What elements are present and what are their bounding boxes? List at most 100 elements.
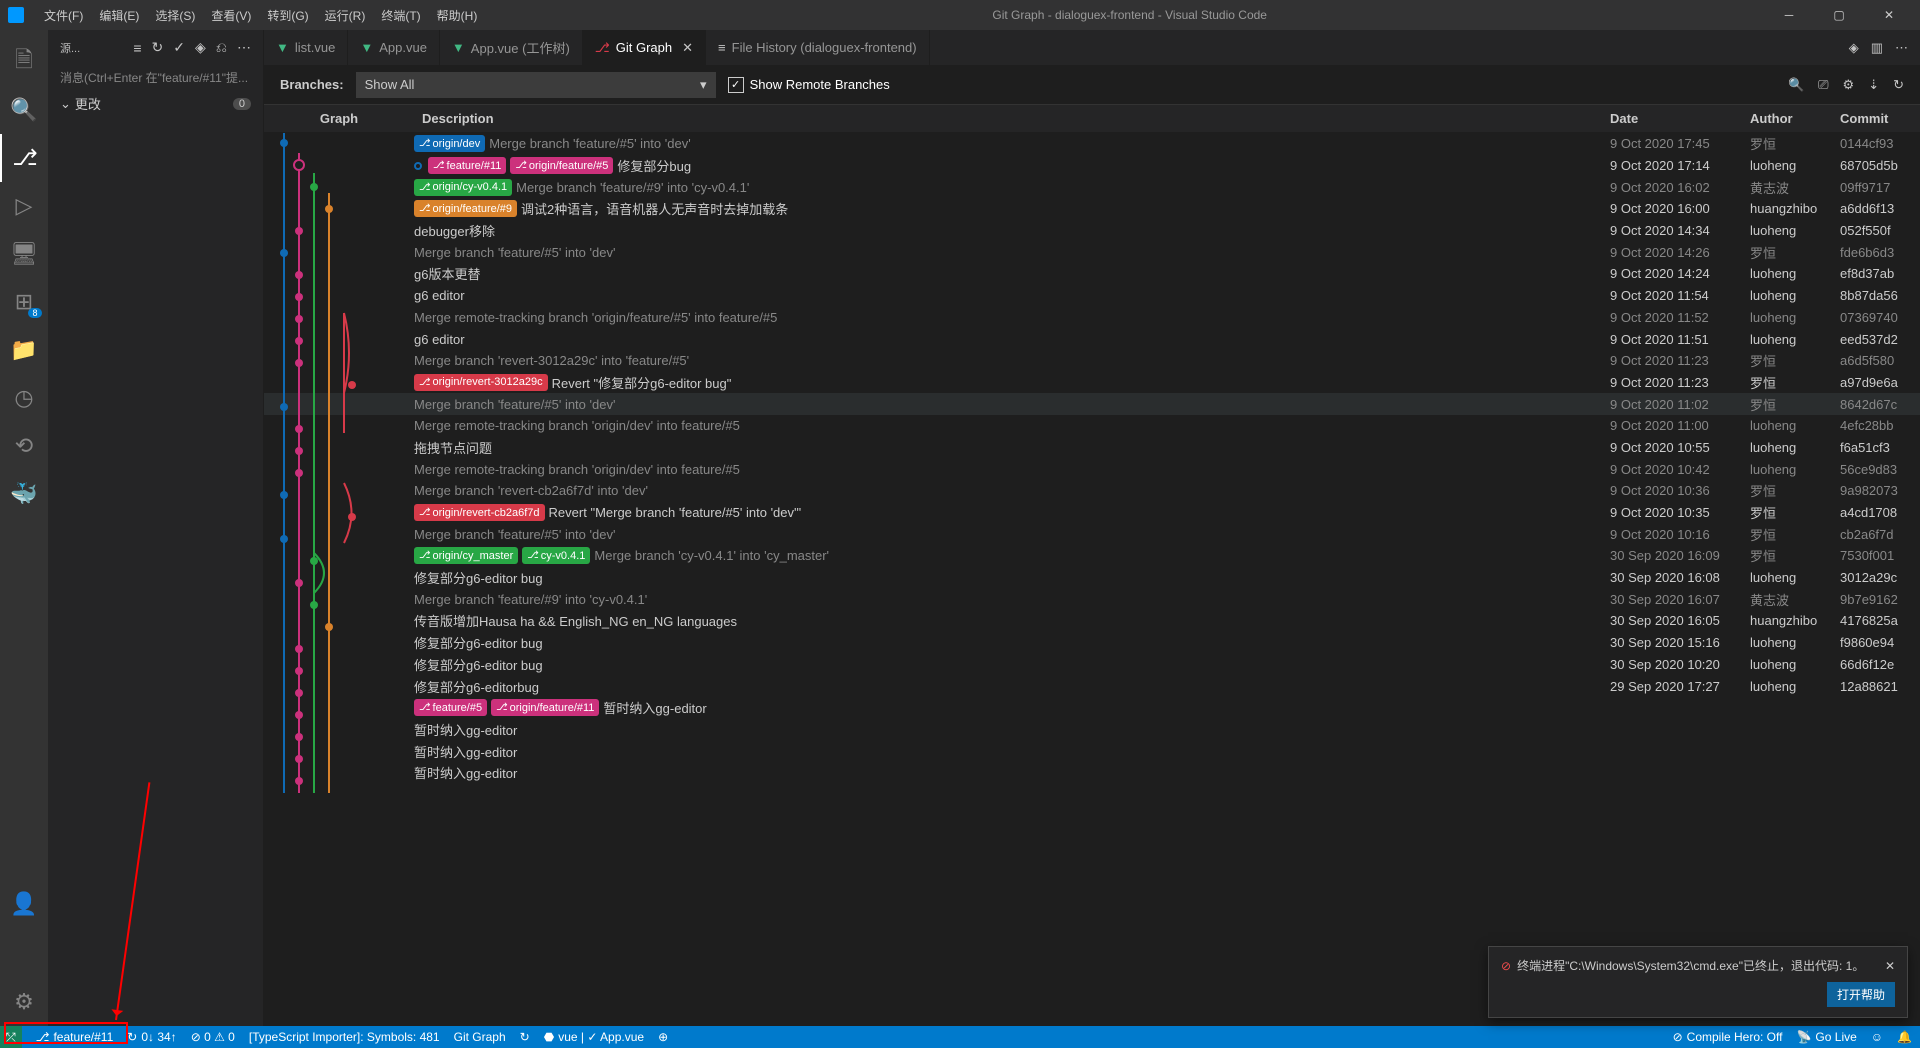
ref-badge[interactable]: ⎇origin/cy-v0.4.1 bbox=[414, 179, 512, 196]
menu-item[interactable]: 帮助(H) bbox=[429, 3, 486, 28]
folder-icon[interactable]: 📁 bbox=[0, 326, 48, 374]
menu-item[interactable]: 查看(V) bbox=[203, 3, 259, 28]
commit-row[interactable]: ⎇feature/#5⎇origin/feature/#11暂时纳入gg-edi… bbox=[264, 697, 1920, 719]
remote-indicator[interactable]: ⤱ bbox=[0, 1026, 22, 1048]
tab-App-vue[interactable]: ▼ App.vue bbox=[348, 30, 440, 65]
settings-icon[interactable]: ⚙ bbox=[0, 978, 48, 1026]
status-gitgraph[interactable]: Git Graph bbox=[454, 1030, 506, 1044]
ref-badge[interactable]: ⎇cy-v0.4.1 bbox=[522, 547, 590, 564]
status-ts-importer[interactable]: [TypeScript Importer]: Symbols: 481 bbox=[249, 1030, 440, 1044]
commit-row[interactable]: ⎇origin/devMerge branch 'feature/#5' int… bbox=[264, 133, 1920, 155]
extensions-icon[interactable]: ⊞8 bbox=[0, 278, 48, 326]
more-icon[interactable]: ⋯ bbox=[237, 39, 251, 56]
commit-row[interactable]: ⎇origin/revert-3012a29cRevert "修复部分g6-ed… bbox=[264, 372, 1920, 394]
more-actions-icon[interactable]: ⋯ bbox=[1895, 40, 1908, 56]
ref-badge[interactable]: ⎇origin/revert-cb2a6f7d bbox=[414, 504, 545, 521]
commit-row[interactable]: ⎇origin/feature/#9调试2种语言，语音机器人无声音时去掉加载条9… bbox=[264, 198, 1920, 220]
ref-badge[interactable]: ⎇feature/#5 bbox=[414, 699, 487, 716]
terminal-icon[interactable]: ⎚ bbox=[1818, 77, 1828, 93]
refresh-icon[interactable]: ↻ bbox=[152, 39, 164, 56]
commit-row[interactable]: Merge remote-tracking branch 'origin/dev… bbox=[264, 415, 1920, 437]
commit-row[interactable]: debugger移除9 Oct 2020 14:34luoheng052f550… bbox=[264, 220, 1920, 242]
commit-row[interactable]: ⎇origin/cy_master⎇cy-v0.4.1Merge branch … bbox=[264, 545, 1920, 567]
branch-action-icon[interactable]: ⎌ bbox=[216, 39, 227, 56]
scm-icon[interactable]: ⎇ bbox=[0, 134, 48, 182]
stash-icon[interactable]: ◈ bbox=[195, 39, 206, 56]
col-graph[interactable]: Graph bbox=[264, 111, 414, 126]
commit-row[interactable]: ⎇origin/cy-v0.4.1Merge branch 'feature/#… bbox=[264, 176, 1920, 198]
status-sync[interactable]: ↻ 0↓ 34↑ bbox=[127, 1030, 176, 1044]
status-vue[interactable]: ⬣ vue | ✓ App.vue bbox=[544, 1030, 644, 1044]
col-description[interactable]: Description bbox=[414, 111, 1610, 126]
status-golive[interactable]: 📡 Go Live bbox=[1796, 1030, 1856, 1044]
commit-row[interactable]: 传音版增加Hausa ha && English_NG en_NG langua… bbox=[264, 610, 1920, 632]
col-date[interactable]: Date bbox=[1610, 111, 1750, 126]
status-branch[interactable]: ⎇ feature/#11 bbox=[36, 1030, 114, 1044]
commit-row[interactable]: g6版本更替9 Oct 2020 14:24luohengef8d37ab bbox=[264, 263, 1920, 285]
col-commit[interactable]: Commit bbox=[1840, 111, 1920, 126]
commit-row[interactable]: 暂时纳入gg-editor bbox=[264, 719, 1920, 741]
branch-select[interactable]: Show All ▾ bbox=[356, 72, 716, 98]
settings-gear-icon[interactable]: ⚙ bbox=[1843, 77, 1855, 93]
commit-row[interactable]: 暂时纳入gg-editor bbox=[264, 762, 1920, 784]
minimize-button[interactable]: ─ bbox=[1774, 8, 1804, 22]
ref-badge[interactable]: ⎇origin/cy_master bbox=[414, 547, 518, 564]
ref-badge[interactable]: ⎇origin/revert-3012a29c bbox=[414, 374, 548, 391]
commit-row[interactable]: 暂时纳入gg-editor bbox=[264, 740, 1920, 762]
commit-row[interactable]: 修复部分g6-editorbug29 Sep 2020 17:27luoheng… bbox=[264, 675, 1920, 697]
commit-row[interactable]: g6 editor9 Oct 2020 11:54luoheng8b87da56 bbox=[264, 285, 1920, 307]
commit-row[interactable]: Merge branch 'revert-3012a29c' into 'fea… bbox=[264, 350, 1920, 372]
tab-close-icon[interactable]: ✕ bbox=[682, 40, 693, 56]
commit-row[interactable]: Merge branch 'feature/#9' into 'cy-v0.4.… bbox=[264, 588, 1920, 610]
changes-section[interactable]: ⌄ 更改 0 bbox=[48, 90, 263, 117]
ref-badge[interactable]: ⎇feature/#11 bbox=[428, 157, 506, 174]
commit-row[interactable]: Merge branch 'feature/#5' into 'dev'9 Oc… bbox=[264, 393, 1920, 415]
view-list-icon[interactable]: ≡ bbox=[133, 40, 141, 56]
ref-badge[interactable]: ⎇origin/dev bbox=[414, 135, 485, 152]
commit-row[interactable]: 拖拽节点问题9 Oct 2020 10:55luohengf6a51cf3 bbox=[264, 437, 1920, 459]
sync-icon[interactable]: ⟲ bbox=[0, 422, 48, 470]
diff-icon[interactable]: ◈ bbox=[1849, 40, 1859, 56]
status-feedback[interactable]: ☺ bbox=[1871, 1030, 1883, 1044]
search-icon[interactable]: 🔍 bbox=[0, 86, 48, 134]
commit-row[interactable]: 修复部分g6-editor bug30 Sep 2020 16:08luohen… bbox=[264, 567, 1920, 589]
split-icon[interactable]: ▥ bbox=[1871, 40, 1883, 56]
tab-File-History--dialoguex-frontend-[interactable]: ≡ File History (dialoguex-frontend) bbox=[706, 30, 930, 65]
fetch-icon[interactable]: ⇣ bbox=[1868, 77, 1879, 93]
show-remote-checkbox[interactable]: ✓ Show Remote Branches bbox=[728, 77, 890, 93]
notification-close[interactable]: ✕ bbox=[1885, 959, 1895, 973]
commit-row[interactable]: g6 editor9 Oct 2020 11:51luohengeed537d2 bbox=[264, 328, 1920, 350]
account-icon[interactable]: 👤 bbox=[0, 880, 48, 928]
status-compile-hero[interactable]: ⊘ Compile Hero: Off bbox=[1673, 1030, 1783, 1044]
commit-row[interactable]: Merge remote-tracking branch 'origin/dev… bbox=[264, 458, 1920, 480]
close-button[interactable]: ✕ bbox=[1874, 8, 1904, 22]
commit-icon[interactable]: ✓ bbox=[173, 39, 185, 56]
run-icon[interactable]: ▷ bbox=[0, 182, 48, 230]
remote-icon[interactable]: 🖥 bbox=[0, 230, 48, 278]
menu-item[interactable]: 转到(G) bbox=[259, 3, 316, 28]
menu-item[interactable]: 运行(R) bbox=[317, 3, 374, 28]
tab-Git-Graph[interactable]: ⎇ Git Graph✕ bbox=[583, 30, 706, 65]
find-icon[interactable]: 🔍 bbox=[1788, 77, 1804, 93]
commit-row[interactable]: Merge branch 'feature/#5' into 'dev'9 Oc… bbox=[264, 241, 1920, 263]
docker-icon[interactable]: 🐳 bbox=[0, 470, 48, 518]
commit-row[interactable]: 修复部分g6-editor bug30 Sep 2020 10:20luohen… bbox=[264, 654, 1920, 676]
menu-item[interactable]: 文件(F) bbox=[36, 3, 91, 28]
ref-badge[interactable]: ⎇origin/feature/#9 bbox=[414, 200, 517, 217]
commit-row[interactable]: Merge remote-tracking branch 'origin/fea… bbox=[264, 307, 1920, 329]
status-problems[interactable]: ⊘ 0 ⚠ 0 bbox=[191, 1030, 235, 1044]
ref-badge[interactable]: ⎇origin/feature/#5 bbox=[510, 157, 613, 174]
tab-list-vue[interactable]: ▼ list.vue bbox=[264, 30, 348, 65]
notification-help-button[interactable]: 打开帮助 bbox=[1827, 982, 1895, 1007]
ref-badge[interactable]: ⎇origin/feature/#11 bbox=[491, 699, 599, 716]
explorer-icon[interactable]: 🗎 bbox=[0, 38, 48, 86]
clock-icon[interactable]: ◷ bbox=[0, 374, 48, 422]
commit-row[interactable]: ⎇feature/#11⎇origin/feature/#5修复部分bug9 O… bbox=[264, 155, 1920, 177]
menu-item[interactable]: 编辑(E) bbox=[91, 3, 147, 28]
menu-item[interactable]: 选择(S) bbox=[147, 3, 203, 28]
menu-item[interactable]: 终端(T) bbox=[373, 3, 428, 28]
maximize-button[interactable]: ▢ bbox=[1824, 8, 1854, 22]
commit-row[interactable]: 修复部分g6-editor bug30 Sep 2020 15:16luohen… bbox=[264, 632, 1920, 654]
status-refresh[interactable]: ↻ bbox=[520, 1030, 530, 1044]
tab-App-vue------[interactable]: ▼ App.vue (工作树) bbox=[440, 30, 583, 65]
